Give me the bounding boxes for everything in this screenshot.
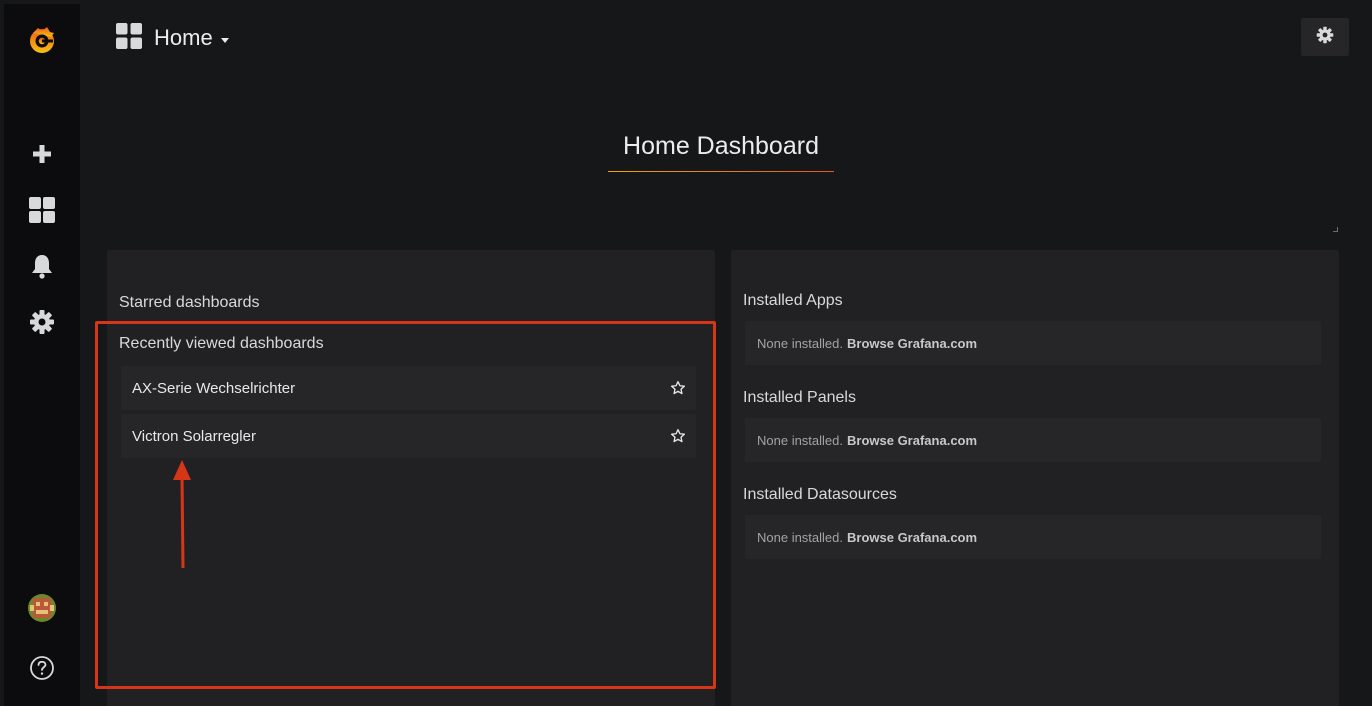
sidebar-item-configuration[interactable] (4, 302, 80, 342)
installed-datasources-heading: Installed Datasources (743, 486, 897, 503)
resize-handle-icon[interactable] (1333, 227, 1338, 232)
avatar-icon (27, 593, 57, 623)
star-icon[interactable] (670, 428, 686, 444)
annotation-arrow-icon (173, 460, 191, 569)
grafana-logo-button[interactable] (4, 20, 80, 60)
installed-apps-heading: Installed Apps (743, 292, 843, 309)
sidebar-item-profile[interactable] (4, 588, 80, 628)
recent-dashboards-heading: Recently viewed dashboards (119, 335, 324, 352)
grafana-logo-icon (25, 23, 59, 57)
dashboards-grid-icon (28, 196, 56, 224)
plus-icon (32, 144, 52, 164)
installed-apps-empty: None installed. Browse Grafana.com (745, 321, 1321, 365)
list-item[interactable]: AX-Serie Wechselrichter (121, 366, 696, 410)
browse-grafana-link[interactable]: Browse Grafana.com (847, 530, 977, 545)
plugin-list-panel: Installed Apps None installed. Browse Gr… (731, 250, 1339, 706)
star-icon[interactable] (670, 380, 686, 396)
browse-grafana-link[interactable]: Browse Grafana.com (847, 336, 977, 351)
sidebar-item-create[interactable] (4, 134, 80, 174)
none-installed-text: None installed. (757, 335, 843, 351)
list-item[interactable]: Victron Solarregler (121, 414, 696, 458)
none-installed-text: None installed. (757, 529, 843, 545)
bell-icon (31, 253, 53, 279)
page-title: Home Dashboard (623, 132, 819, 160)
dashboard-link[interactable]: Victron Solarregler (132, 428, 256, 445)
installed-datasources-empty: None installed. Browse Grafana.com (745, 515, 1321, 559)
browse-grafana-link[interactable]: Browse Grafana.com (847, 433, 977, 448)
sidebar-item-help[interactable] (4, 648, 80, 688)
sidebar-item-alerting[interactable] (4, 246, 80, 286)
dashboard-picker-button[interactable]: Home (116, 20, 229, 56)
installed-panels-heading: Installed Panels (743, 389, 856, 406)
title-underline (608, 171, 834, 172)
dashboard-settings-button[interactable] (1301, 18, 1349, 56)
dashboard-list-panel: Starred dashboards Recently viewed dashb… (107, 250, 715, 706)
starred-dashboards-heading: Starred dashboards (119, 294, 260, 311)
main-area: Home Home Dashboard Starred dashboards R… (80, 4, 1372, 706)
dashboard-link[interactable]: AX-Serie Wechselrichter (132, 380, 295, 397)
sidebar (4, 4, 80, 706)
gear-icon (1316, 26, 1334, 49)
dashboards-grid-icon (116, 22, 142, 54)
sidebar-item-dashboards[interactable] (4, 190, 80, 230)
question-circle-icon (29, 655, 55, 681)
home-title-block: Home Dashboard (608, 132, 834, 172)
gear-icon (29, 309, 55, 335)
dashboard-title: Home (154, 25, 213, 50)
none-installed-text: None installed. (757, 432, 843, 448)
grafana-app: Home Home Dashboard Starred dashboards R… (0, 0, 1372, 706)
installed-panels-empty: None installed. Browse Grafana.com (745, 418, 1321, 462)
chevron-down-icon (220, 37, 229, 43)
